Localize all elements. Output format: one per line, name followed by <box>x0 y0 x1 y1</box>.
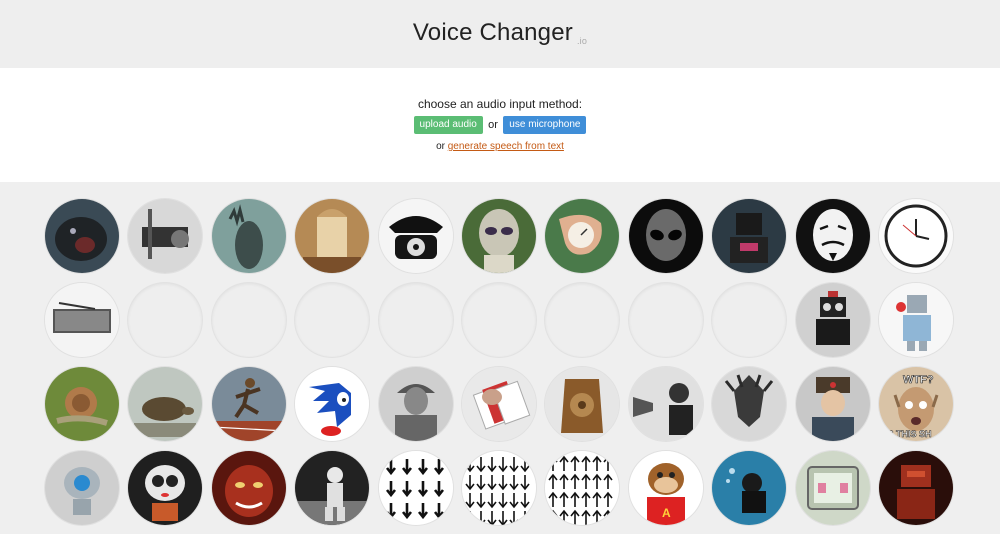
alien-icon <box>462 199 536 273</box>
backwards-clock-icon <box>879 199 953 273</box>
empty-voice-slot <box>712 283 786 357</box>
cute-robot-icon <box>128 451 202 525</box>
voice-option-arrows-down[interactable] <box>379 451 453 525</box>
generate-speech-link[interactable]: generate speech from text <box>448 141 564 152</box>
title-text: Voice Changer <box>412 19 573 46</box>
generate-row: or generate speech from text <box>0 141 1000 152</box>
input-button-row: upload audio or use microphone <box>0 116 1000 134</box>
input-prompt: choose an audio input method: <box>417 97 583 111</box>
wtf-caption-bottom: IS THIS SH <box>885 429 932 439</box>
or-text: or <box>488 119 498 131</box>
small-robot-icon <box>45 451 119 525</box>
voice-option-tortoise[interactable] <box>128 367 202 441</box>
voice-option-melting-clock[interactable] <box>545 199 619 273</box>
voice-option-alien[interactable] <box>462 199 536 273</box>
voice-option-astronaut[interactable] <box>295 451 369 525</box>
upload-audio-button[interactable]: upload audio <box>413 116 483 134</box>
or-text-2: or <box>436 141 445 152</box>
voice-option-cathedral[interactable] <box>295 199 369 273</box>
voice-option-dark-robot[interactable] <box>712 199 786 273</box>
input-method-panel: choose an audio input method: upload aud… <box>0 68 1000 182</box>
voice-option-tin-robot[interactable] <box>879 283 953 357</box>
page-header: Voice Changer .io <box>0 0 1000 68</box>
voice-option-soldier-hat-man[interactable] <box>796 367 870 441</box>
voice-option-snail[interactable] <box>45 367 119 441</box>
voice-option-rotary-phone[interactable] <box>379 199 453 273</box>
sonic-hedgehog-icon <box>295 367 369 441</box>
tortoise-icon <box>128 367 202 441</box>
gorilla-icon <box>45 199 119 273</box>
wtf-face-icon: WTF? IS THIS SH <box>879 367 953 441</box>
many-arrows-up-icon <box>545 451 619 525</box>
dark-robot-icon <box>712 199 786 273</box>
wtf-caption-top: WTF? <box>903 374 934 386</box>
voice-option-soldier[interactable] <box>379 367 453 441</box>
voice-option-grey-alien[interactable] <box>629 199 703 273</box>
empty-voice-slot <box>379 283 453 357</box>
snail-icon <box>45 367 119 441</box>
voice-option-old-radio-microphone[interactable] <box>128 199 202 273</box>
voice-option-vintage-radio[interactable] <box>45 283 119 357</box>
phonograph-man-icon <box>629 367 703 441</box>
empty-voice-slot <box>462 283 536 357</box>
empty-voice-slot <box>128 283 202 357</box>
old-radio-microphone-icon <box>128 199 202 273</box>
voice-option-red-robot[interactable] <box>879 451 953 525</box>
voice-option-tv-face[interactable] <box>796 451 870 525</box>
voice-option-ghost-hand[interactable] <box>212 199 286 273</box>
cathedral-icon <box>295 199 369 273</box>
voice-option-dark-knight[interactable] <box>712 367 786 441</box>
ghost-hand-icon <box>212 199 286 273</box>
voice-option-chipmunk[interactable]: A <box>629 451 703 525</box>
voice-option-toy-robot[interactable] <box>796 283 870 357</box>
empty-voice-slot <box>295 283 369 357</box>
scuba-diver-icon <box>712 451 786 525</box>
dark-knight-icon <box>712 367 786 441</box>
voice-option-backwards-clock[interactable] <box>879 199 953 273</box>
voice-option-phonograph-man[interactable] <box>629 367 703 441</box>
demon-face-icon <box>212 451 286 525</box>
voice-option-many-arrows-down[interactable] <box>462 451 536 525</box>
voice-option-wooden-radio[interactable] <box>545 367 619 441</box>
voice-option-small-robot[interactable] <box>45 451 119 525</box>
soldier-hat-man-icon <box>796 367 870 441</box>
grey-alien-icon <box>629 199 703 273</box>
voice-option-sonic-hedgehog[interactable] <box>295 367 369 441</box>
voice-option-demon-face[interactable] <box>212 451 286 525</box>
voice-option-wtf-face[interactable]: WTF? IS THIS SH <box>879 367 953 441</box>
voice-option-anonymous-mask[interactable] <box>796 199 870 273</box>
toy-robot-icon <box>796 283 870 357</box>
page-title: Voice Changer .io <box>0 19 1000 47</box>
empty-voice-slot <box>629 283 703 357</box>
rotary-phone-icon <box>379 199 453 273</box>
empty-voice-slot <box>212 283 286 357</box>
wooden-radio-icon <box>545 367 619 441</box>
astronaut-icon <box>295 451 369 525</box>
red-robot-icon <box>879 451 953 525</box>
many-arrows-down-icon <box>462 451 536 525</box>
title-suffix: .io <box>576 36 588 46</box>
voice-option-many-arrows-up[interactable] <box>545 451 619 525</box>
use-microphone-button[interactable]: use microphone <box>503 116 587 134</box>
tv-face-icon <box>796 451 870 525</box>
voice-option-cute-robot[interactable] <box>128 451 202 525</box>
soldier-icon <box>379 367 453 441</box>
voice-option-scuba-diver[interactable] <box>712 451 786 525</box>
tin-robot-icon <box>879 283 953 357</box>
melting-clock-icon <box>545 199 619 273</box>
voice-option-sprinter[interactable] <box>212 367 286 441</box>
chipmunk-icon: A <box>629 451 703 525</box>
voice-option-playing-cards[interactable] <box>462 367 536 441</box>
playing-cards-icon <box>462 367 536 441</box>
svg-text:A: A <box>662 506 671 520</box>
vintage-radio-icon <box>45 283 119 357</box>
empty-voice-slot <box>545 283 619 357</box>
arrows-down-icon <box>379 451 453 525</box>
sprinter-icon <box>212 367 286 441</box>
voice-option-gorilla[interactable] <box>45 199 119 273</box>
anonymous-mask-icon <box>796 199 870 273</box>
